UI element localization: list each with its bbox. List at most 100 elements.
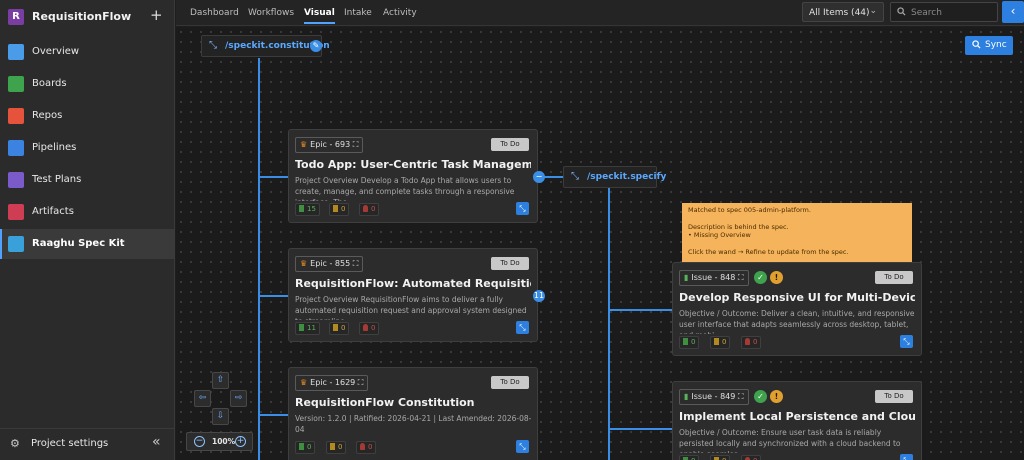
sidebar-item-repos[interactable]: Repos bbox=[0, 101, 175, 131]
warning-icon[interactable]: ! bbox=[770, 271, 783, 284]
navigate-back-button[interactable]: ‹ bbox=[1002, 1, 1024, 23]
sidebar-item-pipelines[interactable]: Pipelines bbox=[0, 133, 175, 163]
work-item-id: Epic - 855 bbox=[310, 259, 351, 268]
sidebar-item-label: Overview bbox=[32, 46, 80, 57]
sync-button[interactable]: Sync bbox=[965, 36, 1013, 55]
gear-icon: ⚙ bbox=[10, 437, 20, 450]
project-settings-label: Project settings bbox=[31, 438, 109, 449]
sidebar-item-label: Raaghu Spec Kit bbox=[32, 238, 125, 249]
work-item-title[interactable]: Develop Responsive UI for Multi-Device S… bbox=[679, 291, 915, 304]
visual-canvas[interactable]: ⤡ /speckit.constitution ✎ ⤡ /speckit.spe… bbox=[176, 27, 1024, 460]
tab-workflows[interactable]: Workflows bbox=[248, 8, 294, 18]
count-green: 0 bbox=[295, 441, 316, 454]
branch-wire bbox=[608, 309, 672, 311]
overview-icon bbox=[8, 44, 24, 60]
tab-intake[interactable]: Intake bbox=[344, 8, 372, 18]
wand-icon: ⤡ bbox=[209, 40, 217, 51]
work-item-id: Issue - 848 bbox=[691, 273, 736, 282]
search-placeholder: Search bbox=[911, 8, 942, 18]
tooltip-line: Description is behind the spec. bbox=[688, 222, 789, 231]
sidebar: R RequisitionFlow + Overview Boards Repo… bbox=[0, 0, 175, 460]
branch-wire bbox=[258, 295, 288, 297]
work-item-title[interactable]: Todo App: User-Centric Task Management .… bbox=[295, 158, 531, 171]
warning-icon[interactable]: ! bbox=[770, 390, 783, 403]
project-header[interactable]: R RequisitionFlow + bbox=[0, 0, 175, 34]
sidebar-item-boards[interactable]: Boards bbox=[0, 69, 175, 99]
wand-action-button[interactable]: ⤡ bbox=[900, 335, 913, 348]
work-item-title[interactable]: RequisitionFlow Constitution bbox=[295, 396, 531, 409]
work-item-description: Objective / Outcome: Ensure user task da… bbox=[679, 428, 901, 453]
sidebar-item-artifacts[interactable]: Artifacts bbox=[0, 197, 175, 227]
sidebar-item-spec-kit[interactable]: Raaghu Spec Kit bbox=[0, 229, 175, 259]
count-red: 0 bbox=[359, 203, 380, 216]
collapse-sidebar-icon[interactable]: « bbox=[152, 434, 161, 450]
top-bar: Dashboard Workflows Visual Intake Activi… bbox=[176, 0, 1024, 26]
count-yellow: 0 bbox=[710, 336, 731, 349]
wand-action-button[interactable]: ⤡ bbox=[516, 321, 529, 334]
specify-trunk-wire bbox=[608, 187, 610, 460]
node-constitution[interactable]: ⤡ /speckit.constitution ✎ bbox=[201, 35, 330, 57]
repos-icon bbox=[8, 108, 24, 124]
crown-icon: ♛ bbox=[300, 140, 308, 149]
count-value: 0 bbox=[341, 205, 346, 213]
add-icon[interactable]: + bbox=[150, 6, 163, 24]
search-input[interactable]: Search bbox=[890, 2, 998, 22]
item-filter-dropdown[interactable]: All Items (44) ⌄ bbox=[802, 2, 884, 22]
sidebar-item-label: Boards bbox=[32, 78, 67, 89]
project-avatar: R bbox=[8, 9, 24, 25]
collapse-node-icon[interactable]: − bbox=[533, 171, 545, 183]
status-badge[interactable]: To Do bbox=[875, 271, 913, 284]
status-badge[interactable]: To Do bbox=[875, 390, 913, 403]
tab-dashboard[interactable]: Dashboard bbox=[190, 8, 239, 18]
tab-activity[interactable]: Activity bbox=[383, 8, 417, 18]
wand-action-button[interactable]: ⤡ bbox=[516, 440, 529, 453]
work-item-card[interactable]: ♛ Epic - 693 ⛶ To Do Todo App: User-Centr… bbox=[288, 129, 538, 223]
count-value: 0 bbox=[341, 324, 346, 332]
artifacts-icon bbox=[8, 204, 24, 220]
status-badge[interactable]: To Do bbox=[491, 376, 529, 389]
work-item-card[interactable]: ▮ Issue - 848 ⛶ ✓ ! To Do Develop Respons… bbox=[672, 262, 922, 356]
pan-right-button[interactable]: ⇨ bbox=[230, 390, 247, 407]
project-settings[interactable]: ⚙ Project settings « bbox=[0, 428, 175, 458]
count-value: 0 bbox=[307, 443, 312, 451]
count-green: 15 bbox=[295, 203, 320, 216]
status-badge[interactable]: To Do bbox=[491, 138, 529, 151]
work-item-card[interactable]: ▮ Issue - 849 ⛶ ✓ ! To Do Implement Local… bbox=[672, 381, 922, 460]
wand-action-button[interactable]: ⤡ bbox=[900, 454, 913, 460]
pan-left-button[interactable]: ⇦ bbox=[194, 390, 211, 407]
check-icon: ✓ bbox=[754, 271, 767, 284]
status-badge[interactable]: To Do bbox=[491, 257, 529, 270]
tab-visual[interactable]: Visual bbox=[304, 8, 335, 24]
sidebar-item-overview[interactable]: Overview bbox=[0, 37, 175, 67]
zoom-out-button[interactable]: − bbox=[194, 436, 205, 447]
sidebar-item-test-plans[interactable]: Test Plans bbox=[0, 165, 175, 195]
sidebar-item-label: Repos bbox=[32, 110, 63, 121]
wand-action-button[interactable]: ⤡ bbox=[516, 202, 529, 215]
filter-value: All Items (44) bbox=[809, 8, 870, 18]
count-value: 0 bbox=[371, 324, 376, 332]
child-count-badge[interactable]: 11 bbox=[533, 290, 545, 302]
count-red: 0 bbox=[359, 322, 380, 335]
work-item-title[interactable]: Implement Local Persistence and Cloud Sy… bbox=[679, 410, 915, 423]
edit-icon[interactable]: ✎ bbox=[310, 40, 322, 52]
zoom-in-button[interactable]: + bbox=[235, 436, 246, 447]
boards-icon bbox=[8, 76, 24, 92]
crown-icon: ♛ bbox=[300, 378, 308, 387]
count-value: 0 bbox=[722, 338, 727, 346]
work-item-id: Epic - 1629 bbox=[310, 378, 356, 387]
work-item-description: Objective / Outcome: Deliver a clean, in… bbox=[679, 309, 915, 334]
work-item-tag: ♛ Epic - 693 ⛶ bbox=[295, 137, 364, 153]
node-specify[interactable]: ⤡ /speckit.specify bbox=[563, 166, 666, 188]
work-item-card[interactable]: ♛ Epic - 855 ⛶ To Do RequisitionFlow: Aut… bbox=[288, 248, 538, 342]
work-item-title[interactable]: RequisitionFlow: Automated Requisition R… bbox=[295, 277, 531, 290]
work-item-card[interactable]: ♛ Epic - 1629 ⛶ To Do RequisitionFlow Con… bbox=[288, 367, 538, 460]
count-value: 0 bbox=[371, 205, 376, 213]
count-yellow: 0 bbox=[710, 455, 731, 460]
count-value: 0 bbox=[338, 443, 343, 451]
pan-up-button[interactable]: ⇧ bbox=[212, 372, 229, 389]
work-item-tag: ♛ Epic - 855 ⛶ bbox=[295, 256, 364, 272]
work-item-id: Issue - 849 bbox=[691, 392, 736, 401]
pan-down-button[interactable]: ⇩ bbox=[212, 408, 229, 425]
count-red: 0 bbox=[741, 336, 762, 349]
count-green: 0 bbox=[679, 336, 700, 349]
